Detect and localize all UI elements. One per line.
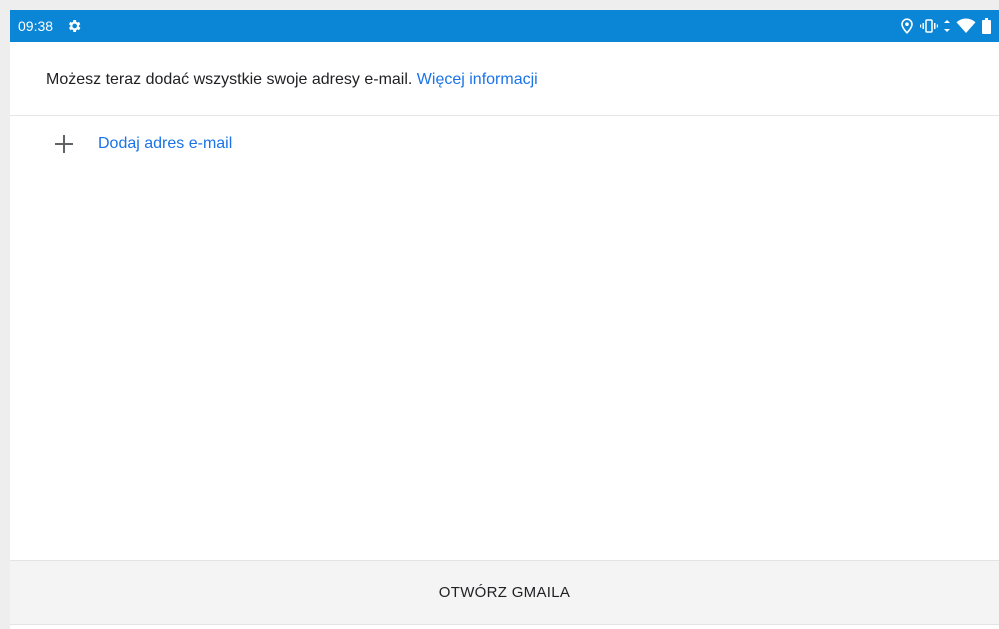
add-email-address-label: Dodaj adres e-mail xyxy=(98,135,233,152)
data-arrows-icon xyxy=(944,20,950,32)
learn-more-link[interactable]: Więcej informacji xyxy=(417,71,538,88)
vibrate-icon xyxy=(920,19,938,33)
battery-icon xyxy=(982,18,991,34)
status-bar: 09:38 xyxy=(10,10,999,42)
status-time: 09:38 xyxy=(18,18,54,34)
info-message: Możesz teraz dodać wszystkie swoje adres… xyxy=(46,71,417,88)
bottom-action-bar: OTWÓRZ GMAILA xyxy=(10,560,999,625)
screen: 09:38 Możesz teraz dodać wszystkie swoje… xyxy=(10,10,999,629)
settings-gear-icon xyxy=(66,18,82,34)
plus-icon xyxy=(54,134,74,154)
status-icons xyxy=(900,17,991,35)
open-gmail-button[interactable]: OTWÓRZ GMAILA xyxy=(10,561,999,624)
location-icon xyxy=(900,18,914,34)
info-text: Możesz teraz dodać wszystkie swoje adres… xyxy=(46,70,538,90)
add-email-address-item[interactable]: Dodaj adres e-mail xyxy=(10,116,999,172)
wifi-icon xyxy=(956,18,976,34)
info-banner: Możesz teraz dodać wszystkie swoje adres… xyxy=(10,42,999,116)
